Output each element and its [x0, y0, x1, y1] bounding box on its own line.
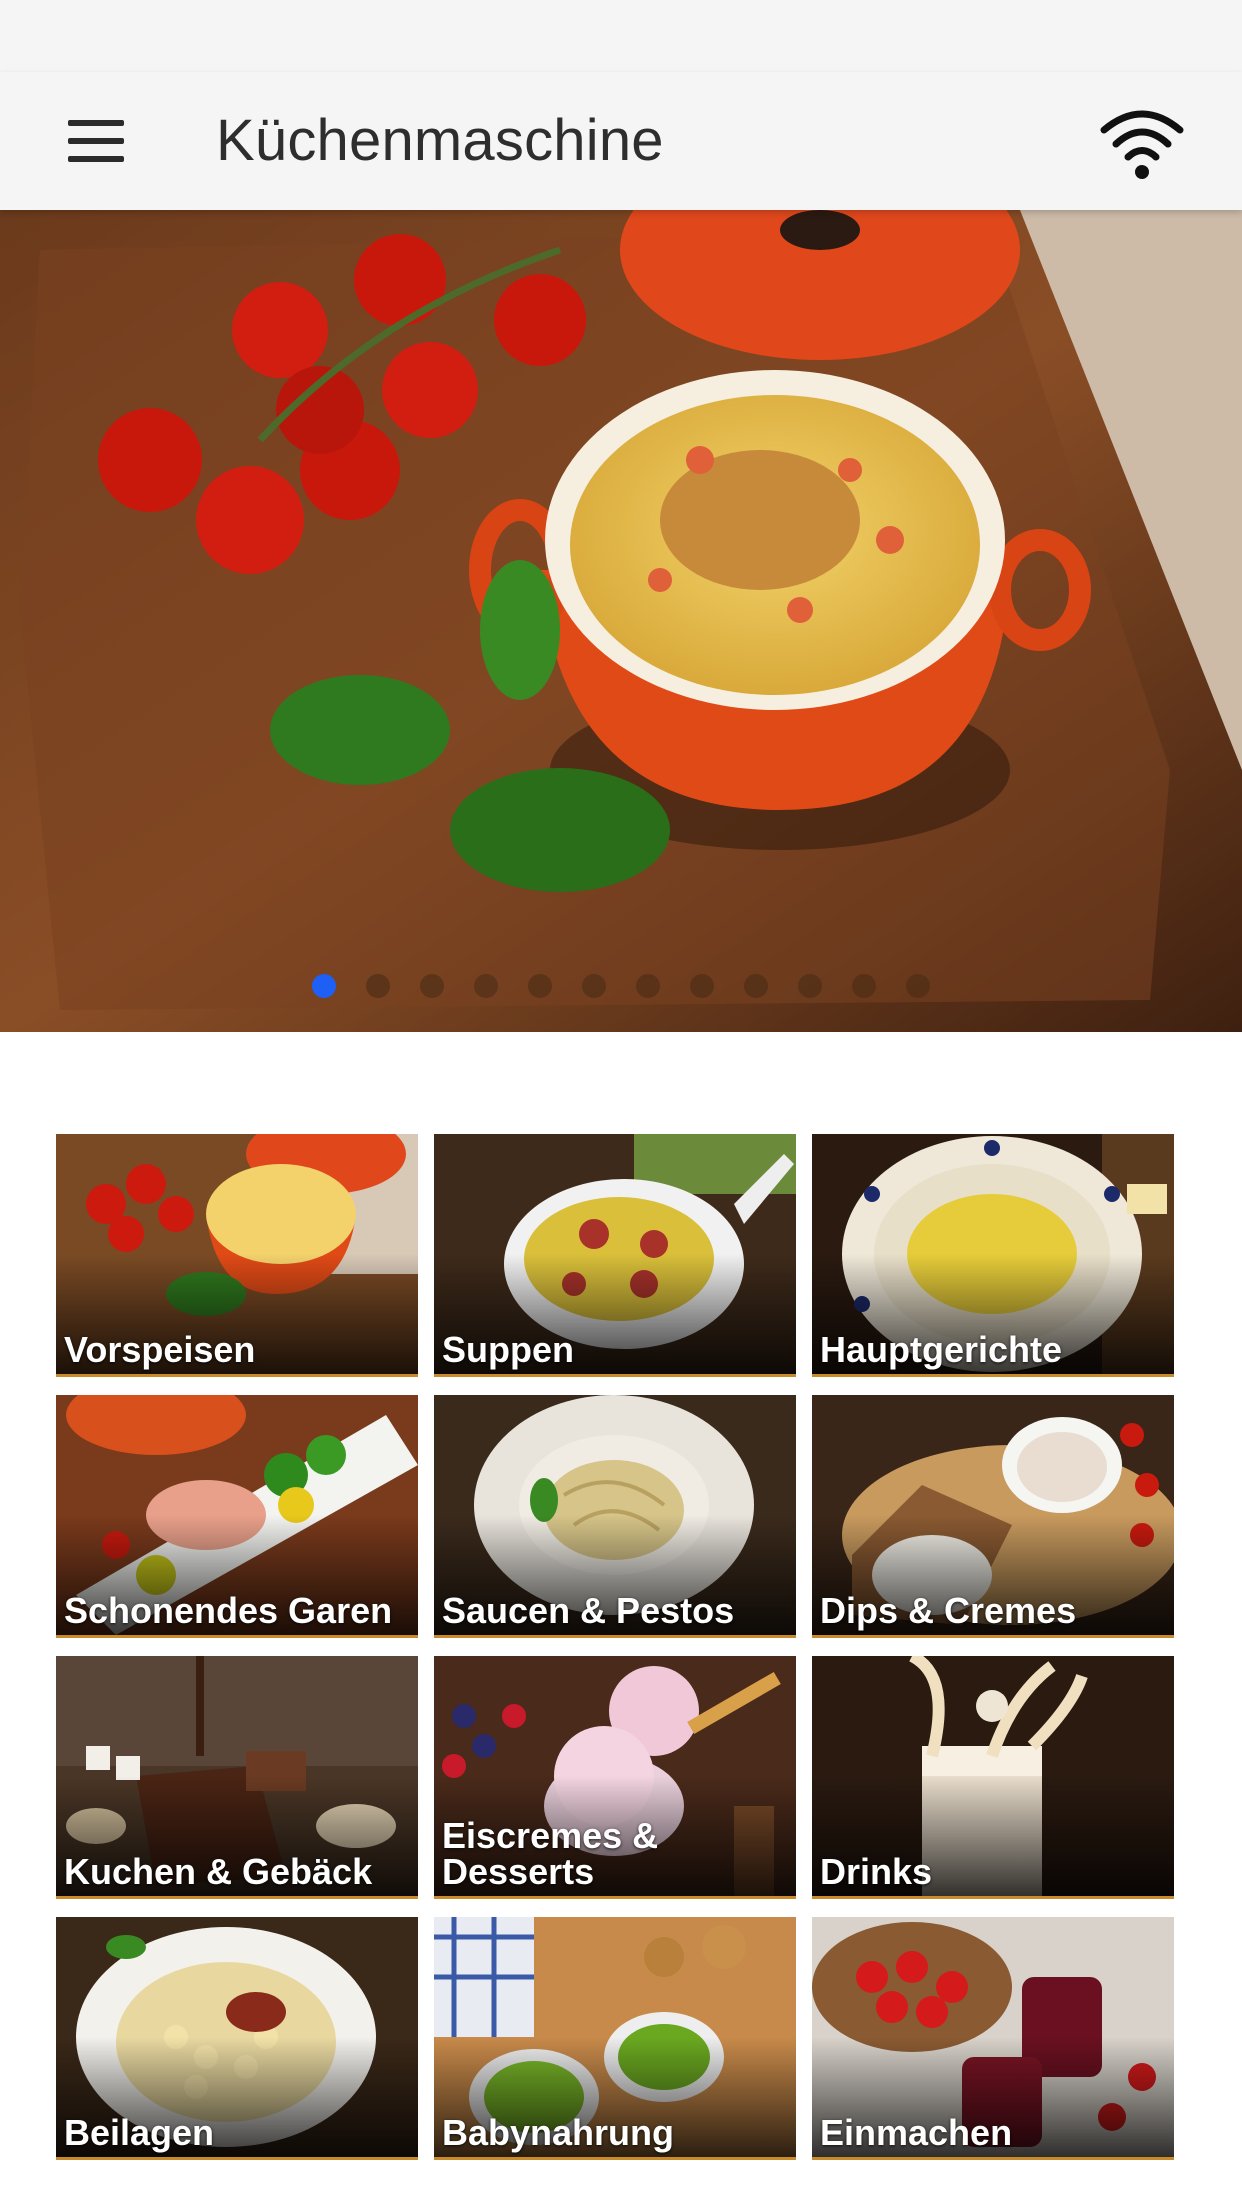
category-label: Eiscremes & Desserts [442, 1815, 659, 1892]
carousel-dot[interactable] [366, 974, 390, 998]
category-label: Hauptgerichte [820, 1329, 1063, 1370]
category-label: Einmachen [820, 2112, 1013, 2153]
menu-button[interactable] [48, 106, 144, 176]
category-label: Schonendes Garen [64, 1590, 393, 1631]
category-label: Suppen [442, 1329, 574, 1370]
wifi-icon [1100, 110, 1184, 179]
category-tile[interactable]: Babynahrung [434, 1917, 796, 2160]
carousel-dot[interactable] [744, 974, 768, 998]
carousel-indicator [0, 974, 1242, 1002]
category-tile[interactable]: Eiscremes & Desserts [434, 1656, 796, 1899]
carousel-dot[interactable] [582, 974, 606, 998]
page-title: Küchenmaschine [216, 108, 664, 173]
category-tile[interactable]: Dips & Cremes [812, 1395, 1174, 1638]
carousel-dot[interactable] [636, 974, 660, 998]
category-tile[interactable]: Beilagen [56, 1917, 418, 2160]
category-label: Dips & Cremes [820, 1590, 1077, 1631]
category-label: Drinks [820, 1851, 933, 1892]
hero-image [0, 210, 1242, 1032]
category-label: Beilagen [64, 2112, 215, 2153]
category-label: Kuchen & Gebäck [64, 1851, 373, 1892]
carousel-dot[interactable] [312, 974, 336, 998]
category-tile[interactable]: Hauptgerichte [812, 1134, 1174, 1377]
category-tile[interactable]: Drinks [812, 1656, 1174, 1899]
wifi-button[interactable] [1094, 94, 1190, 190]
category-tile[interactable]: Kuchen & Gebäck [56, 1656, 418, 1899]
status-bar [0, 0, 1242, 72]
category-label: Babynahrung [442, 2112, 675, 2153]
carousel-dot[interactable] [474, 974, 498, 998]
category-tile[interactable]: Saucen & Pestos [434, 1395, 796, 1638]
carousel-dot[interactable] [690, 974, 714, 998]
category-label: Vorspeisen [64, 1329, 256, 1370]
category-tile[interactable]: Vorspeisen [56, 1134, 418, 1377]
app-bar: Küchenmaschine [0, 72, 1242, 210]
carousel-dot[interactable] [528, 974, 552, 998]
category-tile[interactable]: Schonendes Garen [56, 1395, 418, 1638]
category-tile[interactable]: Suppen [434, 1134, 796, 1377]
carousel-dot[interactable] [906, 974, 930, 998]
hero-carousel[interactable] [0, 210, 1242, 1032]
carousel-dot[interactable] [852, 974, 876, 998]
carousel-dot[interactable] [420, 974, 444, 998]
carousel-dot[interactable] [798, 974, 822, 998]
category-label: Saucen & Pestos [442, 1590, 735, 1631]
category-tile[interactable]: Einmachen [812, 1917, 1174, 2160]
